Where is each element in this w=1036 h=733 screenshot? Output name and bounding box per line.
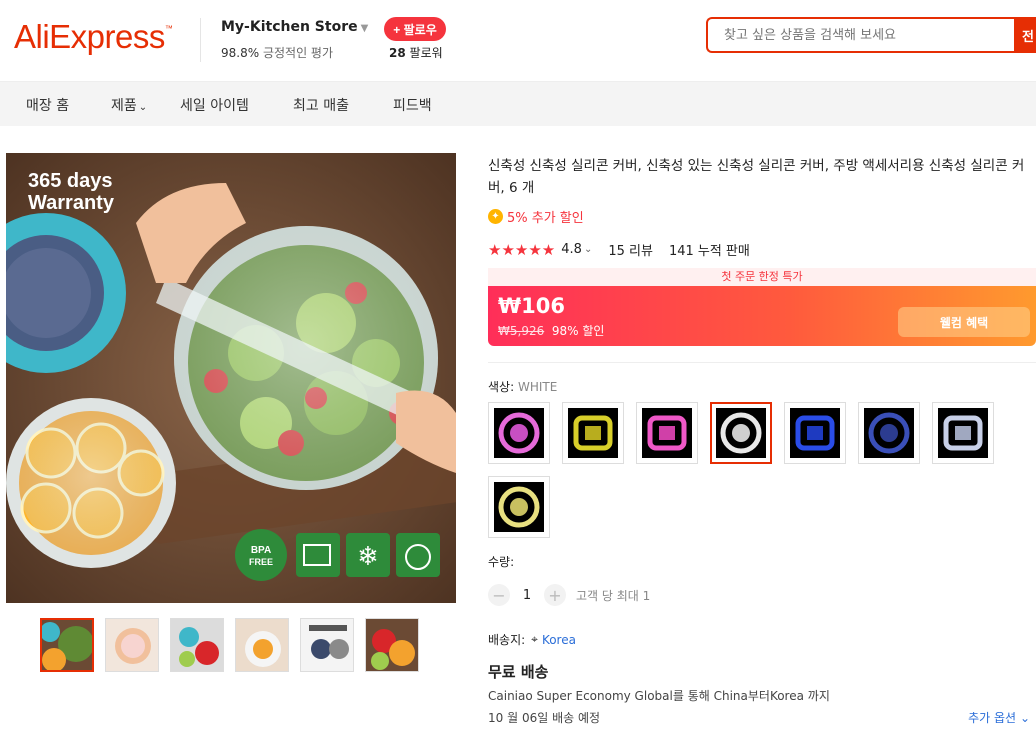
thumbnail-2[interactable] bbox=[105, 618, 159, 672]
rating-row: ★★★★★ 4.8 ⌄ 15 리뷰 141 누적 판매 bbox=[488, 240, 750, 260]
extra-discount-coupon[interactable]: ✦ 5% 추가 할인 bbox=[488, 207, 584, 226]
color-swatch-navy[interactable] bbox=[858, 402, 920, 464]
discount-percent: 98% 할인 bbox=[551, 324, 605, 338]
chevron-down-icon: ⌄ bbox=[138, 102, 148, 113]
color-swatch-clear[interactable] bbox=[932, 402, 994, 464]
color-swatch-blue[interactable] bbox=[784, 402, 846, 464]
thumbnail-6[interactable] bbox=[365, 618, 419, 672]
chevron-down-icon: ▼ bbox=[360, 23, 369, 34]
product-photo: 365 days Warranty BPA FREE ❄ bbox=[6, 153, 456, 603]
sold-count: 141 누적 판매 bbox=[668, 244, 750, 259]
product-title: 신축성 신축성 실리콘 커버, 신축성 있는 신축성 실리콘 커버, 주방 액세… bbox=[488, 158, 1025, 196]
color-label: 색상: WHITE bbox=[488, 380, 558, 394]
warranty-text-line2: Warranty bbox=[28, 192, 115, 214]
section-divider bbox=[488, 362, 1036, 363]
chevron-down-icon: ⌄ bbox=[1019, 711, 1030, 725]
site-header: AliExpress™ My-Kitchen Store ▼ 98.8% 긍정적인… bbox=[0, 0, 1036, 82]
delivery-estimate: 10 월 06일 배송 예정 bbox=[488, 711, 601, 725]
thumbnail-5[interactable] bbox=[300, 618, 354, 672]
color-swatch-pink[interactable] bbox=[488, 402, 550, 464]
welcome-benefit-button[interactable]: 웰컴 혜택 bbox=[898, 307, 1030, 337]
chevron-down-icon[interactable]: ⌄ bbox=[584, 244, 592, 255]
color-swatch-lime[interactable] bbox=[488, 476, 550, 538]
color-swatch-magenta[interactable] bbox=[636, 402, 698, 464]
shipping-description: Cainiao Super Economy Global를 통해 China부터… bbox=[488, 689, 830, 703]
original-price: ₩5,926 bbox=[498, 324, 545, 338]
thumbnail-strip bbox=[40, 618, 419, 672]
microwave-safe-icon bbox=[296, 533, 340, 577]
nav-best-sellers[interactable]: 최고 매출 bbox=[293, 95, 349, 115]
quantity-stepper: − 1 + 고객 당 최대 1 bbox=[488, 584, 650, 606]
ship-to-row: 배송지: ⌖ Korea bbox=[488, 632, 576, 647]
ship-to-country[interactable]: Korea bbox=[542, 633, 576, 647]
store-rating: 98.8% 긍정적인 평가 bbox=[221, 46, 334, 60]
svg-text:❄: ❄ bbox=[357, 542, 379, 572]
color-swatch-white[interactable] bbox=[710, 402, 772, 464]
store-name[interactable]: My-Kitchen Store ▼ bbox=[221, 19, 368, 35]
more-shipping-options[interactable]: 추가 옵션 ⌄ bbox=[968, 709, 1030, 726]
free-shipping: 무료 배송 bbox=[488, 663, 549, 681]
rating-value[interactable]: 4.8 bbox=[561, 242, 582, 257]
current-price: ₩106 bbox=[498, 294, 565, 318]
quantity-decrease-button[interactable]: − bbox=[488, 584, 510, 606]
store-nav: 매장 홈 제품 ⌄ 세일 아이템 최고 매출 피드백 bbox=[0, 82, 1036, 126]
aliexpress-logo[interactable]: AliExpress™ bbox=[14, 18, 173, 56]
svg-text:FREE: FREE bbox=[249, 557, 273, 567]
thumbnail-1[interactable] bbox=[40, 618, 94, 672]
nav-store-home[interactable]: 매장 홈 bbox=[26, 95, 69, 115]
header-divider bbox=[200, 18, 201, 62]
coupon-icon: ✦ bbox=[488, 209, 503, 224]
location-pin-icon: ⌖ bbox=[531, 632, 538, 646]
search-input[interactable] bbox=[708, 19, 1016, 51]
review-count[interactable]: 15 리뷰 bbox=[608, 240, 653, 259]
original-price-row: ₩5,926 98% 할인 bbox=[498, 322, 604, 339]
first-order-deal-banner: 첫 주문 한정 특가 bbox=[488, 268, 1036, 286]
quantity-label: 수량: bbox=[488, 555, 515, 569]
color-swatch-yellow[interactable] bbox=[562, 402, 624, 464]
quantity-increase-button[interactable]: + bbox=[544, 584, 566, 606]
thumbnail-4[interactable] bbox=[235, 618, 289, 672]
warranty-text-line1: 365 days bbox=[28, 170, 113, 192]
nav-products[interactable]: 제품 ⌄ bbox=[111, 95, 147, 115]
search-box bbox=[706, 17, 1016, 53]
nav-feedback[interactable]: 피드백 bbox=[393, 95, 432, 115]
price-box: ₩106 ₩5,926 98% 할인 웰컴 혜택 bbox=[488, 286, 1036, 346]
follow-button[interactable]: + 팔로우 bbox=[384, 17, 446, 41]
dishwasher-safe-icon bbox=[396, 533, 440, 577]
nav-sale-items[interactable]: 세일 아이템 bbox=[180, 95, 249, 115]
selected-color: WHITE bbox=[517, 380, 558, 394]
product-main-image[interactable]: 365 days Warranty BPA FREE ❄ bbox=[6, 153, 456, 603]
quantity-limit: 고객 당 최대 1 bbox=[576, 588, 651, 603]
color-swatches bbox=[488, 402, 1008, 538]
thumbnail-3[interactable] bbox=[170, 618, 224, 672]
star-rating-icon: ★★★★★ bbox=[488, 240, 556, 259]
bpa-free-badge: BPA bbox=[251, 545, 271, 556]
quantity-value[interactable]: 1 bbox=[510, 588, 544, 603]
search-button[interactable]: 전 bbox=[1014, 17, 1036, 53]
followers-count: 28 팔로워 bbox=[389, 46, 443, 60]
